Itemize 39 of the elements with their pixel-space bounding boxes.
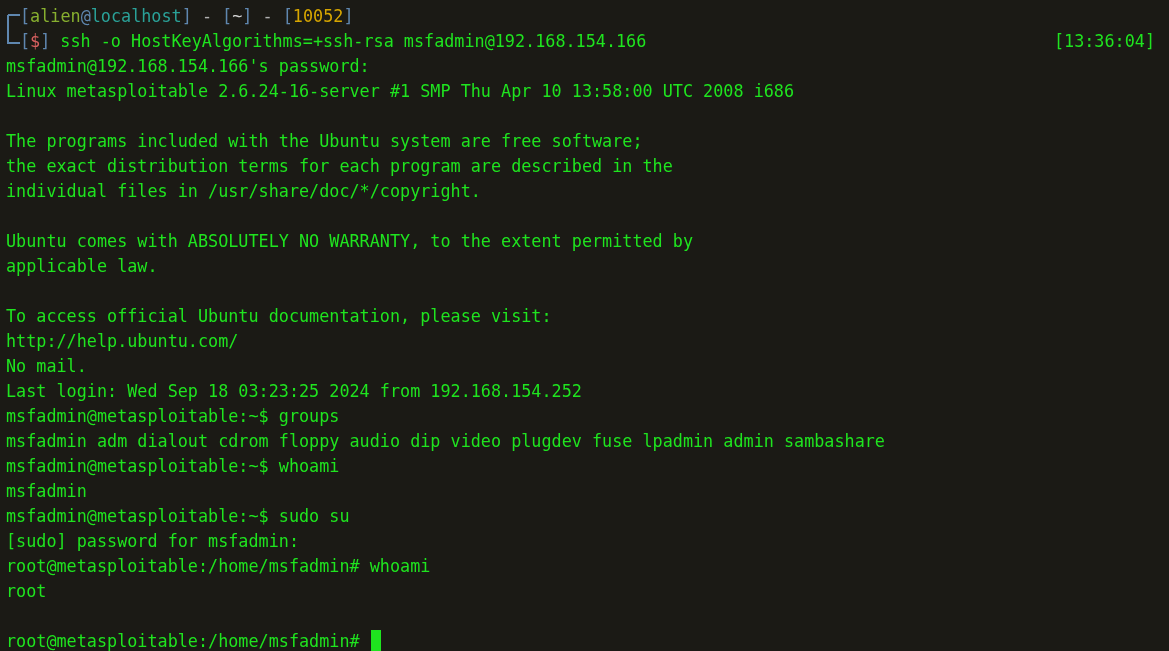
terminal-line: To access official Ubuntu documentation, please visit:	[6, 305, 553, 328]
terminal-line: individual files in /usr/share/doc/*/copyright.	[6, 180, 482, 203]
prompt-text: ~	[232, 6, 243, 26]
prompt-text: [	[20, 6, 31, 26]
prompt-text: alien	[30, 6, 81, 26]
prompt-text: ]	[181, 6, 192, 26]
prompt-symbol: $	[30, 31, 41, 51]
terminal-line: No mail.	[6, 355, 88, 378]
prompt-text: @	[80, 6, 91, 26]
terminal-line: applicable law.	[6, 255, 159, 278]
prompt-text: ]	[343, 6, 354, 26]
cursor	[370, 630, 381, 651]
terminal-line: msfadmin@metasploitable:~$ sudo su	[6, 505, 351, 528]
prompt-text: -	[200, 6, 213, 26]
prompt-text: localhost	[90, 6, 182, 26]
prompt-symbol: [	[20, 31, 31, 51]
timestamp: [13:36:04]	[1053, 30, 1155, 53]
terminal-line: root@metasploitable:/home/msfadmin# whoami	[6, 555, 432, 578]
terminal-line: root@metasploitable:/home/msfadmin#	[6, 630, 361, 651]
terminal-line: msfadmin@metasploitable:~$ groups	[6, 405, 341, 428]
terminal-line: Ubuntu comes with ABSOLUTELY NO WARRANTY, to the extent permitted by	[6, 230, 694, 253]
terminal-line: msfadmin@192.168.154.166's password:	[6, 55, 371, 78]
prompt-text: [	[282, 6, 293, 26]
prompt-text: -	[261, 6, 274, 26]
terminal-line: msfadmin	[6, 480, 88, 503]
terminal-line: the exact distribution terms for each program are described in the	[6, 155, 674, 178]
terminal-line: msfadmin adm dialout cdrom floppy audio dip video plugdev fuse lpadmin admin sambashare	[6, 430, 886, 453]
prompt-text: ]	[242, 6, 253, 26]
terminal-line: http://help.ubuntu.com/	[6, 330, 240, 353]
terminal-line: root	[6, 580, 48, 603]
prompt-text: [	[222, 6, 233, 26]
terminal-line: [sudo] password for msfadmin:	[6, 530, 300, 553]
prompt-text: 10052	[292, 6, 344, 26]
terminal-line: msfadmin@metasploitable:~$ whoami	[6, 455, 341, 478]
terminal-line: Linux metasploitable 2.6.24-16-server #1 SMP Thu Apr 10 13:58:00 UTC 2008 i686	[6, 80, 796, 103]
command-text: ssh -o HostKeyAlgorithms=+ssh-rsa msfadmin@192.168.154.166	[60, 31, 647, 51]
terminal-line: The programs included with the Ubuntu system are free software;	[6, 130, 644, 153]
terminal-line: Last login: Wed Sep 18 03:23:25 2024 from 192.168.154.252	[6, 380, 583, 403]
prompt-symbol: ]	[40, 31, 51, 51]
